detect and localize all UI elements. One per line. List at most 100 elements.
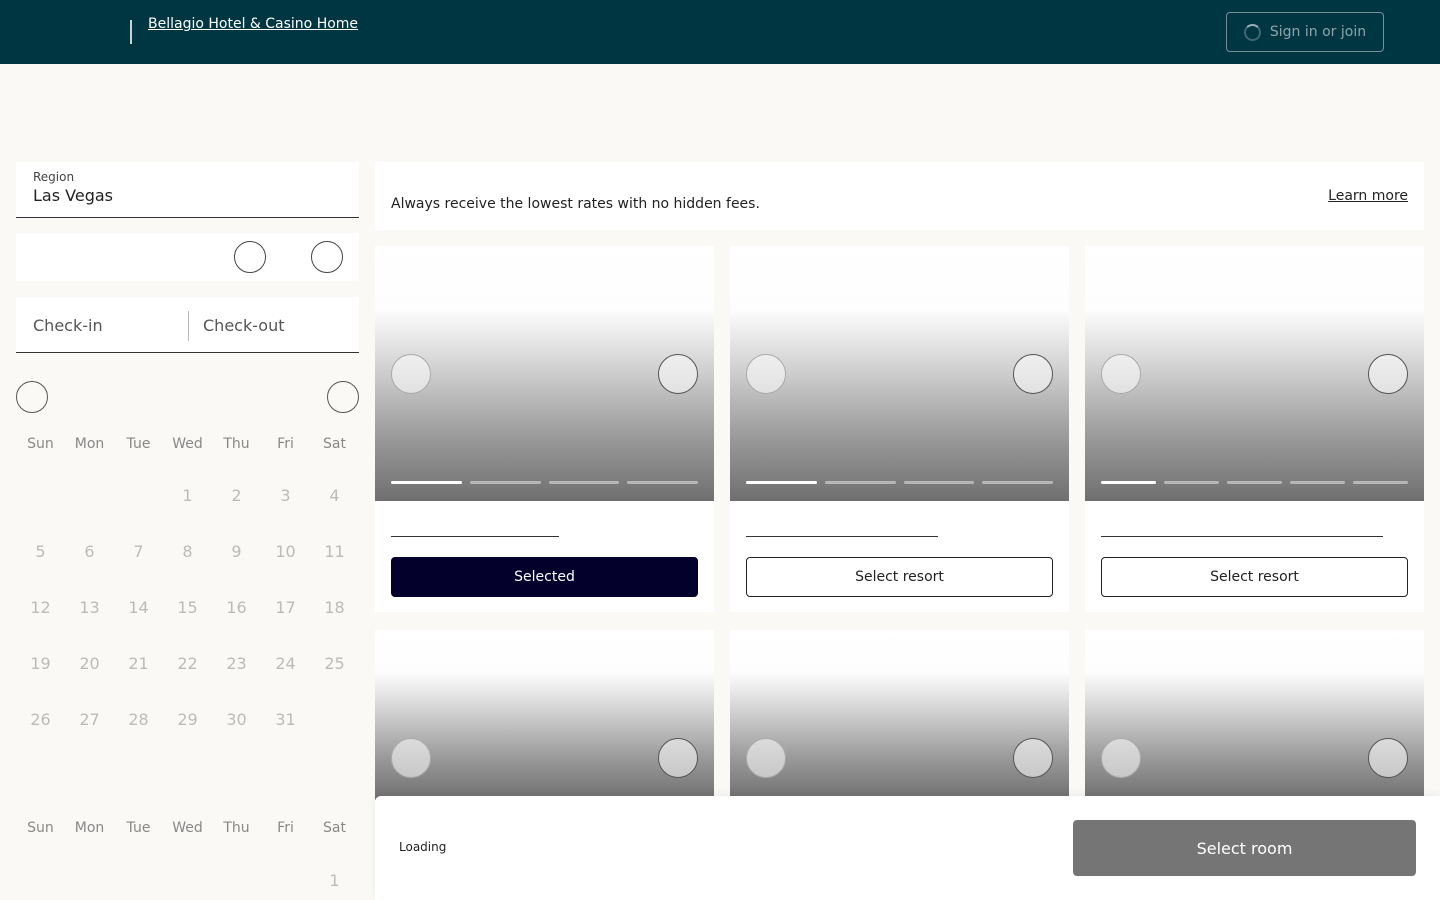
resort-image — [1085, 630, 1424, 800]
checkin-field[interactable]: Check-in — [33, 316, 103, 335]
calendar-day[interactable]: 26 — [16, 694, 65, 750]
calendar-day[interactable]: 22 — [163, 638, 212, 694]
calendar-day[interactable]: 8 — [163, 526, 212, 582]
calendar-day[interactable]: 1 — [163, 470, 212, 526]
calendar-day[interactable]: 9 — [212, 526, 261, 582]
calendar-day[interactable]: 3 — [261, 470, 310, 526]
calendar-day-empty — [16, 470, 65, 526]
calendar-day[interactable]: 14 — [114, 582, 163, 638]
resort-image — [375, 630, 714, 800]
calendar-day[interactable]: 31 — [261, 694, 310, 750]
calendar-day[interactable]: 25 — [310, 638, 359, 694]
weekday-label: Tue — [126, 820, 151, 836]
image-pagination — [391, 481, 698, 485]
month-grid-second: 1 — [16, 855, 359, 900]
image-next-button[interactable] — [1013, 738, 1053, 778]
site-header: Bellagio Hotel & Casino Home Sign in or … — [0, 0, 1440, 64]
date-separator — [188, 311, 189, 341]
image-prev-button[interactable] — [746, 354, 786, 394]
date-range-field[interactable]: Check-in Check-out — [16, 297, 359, 353]
image-next-button[interactable] — [1013, 354, 1053, 394]
weekday-label: Fri — [277, 436, 294, 452]
rate-banner: Always receive the lowest rates with no … — [375, 162, 1424, 230]
learn-more-link[interactable]: Learn more — [1328, 188, 1408, 204]
image-prev-button[interactable] — [746, 738, 786, 778]
loading-spinner-icon — [1243, 23, 1261, 41]
weekday-label: Mon — [74, 820, 105, 836]
calendar-day[interactable]: 17 — [261, 582, 310, 638]
image-next-button[interactable] — [1368, 738, 1408, 778]
calendar-day[interactable]: 27 — [65, 694, 114, 750]
guest-stepper — [16, 233, 359, 281]
image-next-button[interactable] — [658, 354, 698, 394]
calendar-day[interactable]: 28 — [114, 694, 163, 750]
checkout-field[interactable]: Check-out — [203, 316, 285, 335]
calendar-day-empty — [163, 855, 212, 900]
calendar-day[interactable]: 12 — [16, 582, 65, 638]
select-resort-button[interactable]: Select resort — [746, 557, 1053, 597]
calendar-day[interactable]: 13 — [65, 582, 114, 638]
calendar-day[interactable]: 6 — [65, 526, 114, 582]
resort-image — [730, 630, 1069, 800]
increment-button[interactable] — [311, 241, 343, 273]
weekday-label: Sat — [323, 436, 346, 452]
resort-card — [375, 630, 714, 800]
resort-card: Selected — [375, 246, 714, 612]
weekday-label: Wed — [172, 436, 203, 452]
bellagio-logo-link[interactable]: Bellagio Hotel & Casino Home — [148, 16, 358, 32]
calendar-day[interactable]: 2 — [212, 470, 261, 526]
image-prev-button[interactable] — [1101, 354, 1141, 394]
calendar-next-button[interactable] — [327, 381, 359, 413]
weekday-label: Sun — [27, 820, 54, 836]
month-grid: 1 2 3 4 5 6 7 8 9 10 11 12 13 14 15 16 17 18 19 20 21 22 23 24 2… — [16, 470, 359, 750]
calendar-day-empty — [114, 470, 163, 526]
select-room-button[interactable]: Select room — [1073, 820, 1416, 876]
calendar-day[interactable]: 10 — [261, 526, 310, 582]
banner-text: Always receive the lowest rates with no … — [391, 196, 760, 212]
select-resort-button[interactable]: Select resort — [1101, 557, 1408, 597]
weekday-label: Thu — [223, 820, 250, 836]
weekday-header-second: Sun Mon Tue Wed Thu Fri Sat — [16, 820, 359, 836]
calendar-day[interactable]: 5 — [16, 526, 65, 582]
decrement-button[interactable] — [234, 241, 266, 273]
calendar-day[interactable]: 11 — [310, 526, 359, 582]
calendar-day[interactable]: 16 — [212, 582, 261, 638]
calendar-day[interactable]: 24 — [261, 638, 310, 694]
calendar-day-empty — [65, 470, 114, 526]
calendar-day[interactable]: 19 — [16, 638, 65, 694]
loading-status: Loading — [399, 840, 447, 854]
image-next-button[interactable] — [658, 738, 698, 778]
calendar-day[interactable]: 7 — [114, 526, 163, 582]
image-prev-button[interactable] — [1101, 738, 1141, 778]
image-next-button[interactable] — [1368, 354, 1408, 394]
resort-card: Select resort — [1085, 246, 1424, 612]
header-divider — [130, 20, 132, 44]
calendar-day[interactable]: 18 — [310, 582, 359, 638]
calendar-day[interactable]: 4 — [310, 470, 359, 526]
resort-name-placeholder — [391, 536, 559, 537]
calendar-day[interactable]: 30 — [212, 694, 261, 750]
booking-footer: Loading Select room — [375, 796, 1440, 900]
calendar-day-empty — [261, 855, 310, 900]
selected-button[interactable]: Selected — [391, 557, 698, 597]
calendar-day-empty — [65, 855, 114, 900]
weekday-label: Mon — [74, 436, 105, 452]
calendar-day[interactable]: 1 — [310, 855, 359, 900]
region-label: Region — [33, 170, 75, 184]
weekday-header: Sun Mon Tue Wed Thu Fri Sat — [16, 436, 359, 452]
calendar-day[interactable]: 20 — [65, 638, 114, 694]
calendar-day[interactable]: 15 — [163, 582, 212, 638]
calendar-day-empty — [16, 855, 65, 900]
region-value: Las Vegas — [33, 186, 113, 205]
calendar-day[interactable]: 29 — [163, 694, 212, 750]
image-prev-button[interactable] — [391, 738, 431, 778]
calendar-day[interactable]: 21 — [114, 638, 163, 694]
image-prev-button[interactable] — [391, 354, 431, 394]
sign-in-button[interactable]: Sign in or join — [1226, 12, 1384, 52]
calendar-prev-button[interactable] — [16, 381, 48, 413]
region-field[interactable]: Region Las Vegas — [16, 162, 359, 218]
calendar-day[interactable]: 23 — [212, 638, 261, 694]
calendar-day-empty — [212, 855, 261, 900]
resort-card — [730, 630, 1069, 800]
weekday-label: Fri — [277, 820, 294, 836]
